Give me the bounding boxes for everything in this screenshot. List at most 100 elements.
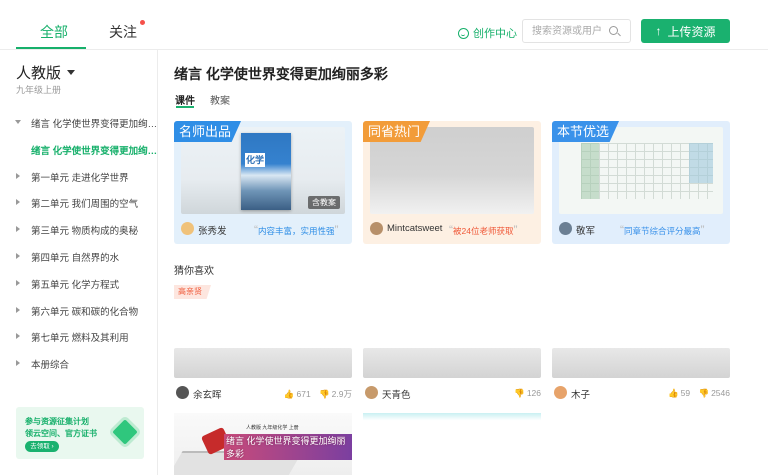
sidebar-item-unit-5[interactable]: 第五单元 化学方程式 [0, 273, 158, 300]
promo-banner[interactable]: 参与资源征集计划 领云空间、官方证书 去领取 › [16, 407, 144, 459]
sidebar-item-unit-1[interactable]: 第一单元 走进化学世界 [0, 166, 158, 193]
sidebar-item-unit-4[interactable]: 第四单元 自然界的水 [0, 246, 158, 273]
gem-icon [112, 419, 138, 445]
sidebar-item-label: 第三单元 物质构成的奥秘 [31, 226, 139, 238]
sidebar-item-comprehensive[interactable]: 本册综合 [0, 353, 158, 380]
sidebar-item-label: 本册综合 [31, 360, 70, 372]
resource-thumbnail[interactable] [363, 413, 541, 475]
sidebar: 人教版 九年级上册 绪言 化学使世界变得更加绚… 绪言 化学使世界变得更加绚… … [0, 50, 158, 475]
thumbnail-subtitle: 人教版 九年级化学 上册 [246, 425, 299, 431]
tab-lesson-plan[interactable]: 教案 [210, 92, 230, 107]
sidebar-item-intro-lesson[interactable]: 绪言 化学使世界变得更加绚… [0, 139, 158, 166]
resource-thumbnail[interactable] [174, 348, 352, 378]
tab-courseware[interactable]: 课件 [175, 92, 195, 107]
sidebar-item-label: 第一单元 走进化学世界 [31, 172, 129, 184]
sidebar-item-unit-3[interactable]: 第三单元 物质构成的奥秘 [0, 219, 158, 246]
card-badge: 同省热门 [363, 121, 431, 142]
upload-button[interactable]: ↑ 上传资源 [641, 19, 730, 43]
chapter-nav: 绪言 化学使世界变得更加绚… 绪言 化学使世界变得更加绚… 第一单元 走进化学世… [0, 112, 158, 380]
card-badge: 名师出品 [174, 121, 242, 142]
sidebar-item-unit-2[interactable]: 第二单元 我们周围的空气 [0, 192, 158, 219]
like-count[interactable]: 👍 671 [284, 389, 311, 399]
dislike-count[interactable]: 👎 126 [514, 388, 541, 398]
chevron-right-icon [16, 279, 20, 286]
like-count-value: 59 [680, 388, 691, 398]
sidebar-item-unit-6[interactable]: 第六单元 碳和碳的化合物 [0, 300, 158, 327]
chevron-down-icon [67, 70, 76, 75]
avatar[interactable] [181, 222, 194, 235]
edition-label: 人教版 [16, 65, 62, 82]
avatar[interactable] [370, 222, 383, 235]
dislike-count-value: 2.9万 [331, 389, 352, 399]
search-box[interactable] [522, 19, 631, 43]
resource-stats: 👎 126 [508, 388, 541, 399]
featured-card[interactable]: 同省热门 Mintcatsweet “被24位老师获取” [363, 121, 541, 244]
create-center-label: 创作中心 [473, 28, 517, 40]
avatar[interactable] [559, 222, 572, 235]
sidebar-item-label: 第二单元 我们周围的空气 [31, 199, 139, 211]
table-block [689, 143, 713, 183]
sidebar-item-label: 第五单元 化学方程式 [31, 279, 120, 291]
quote-close-icon: ” [334, 223, 339, 237]
quote-close-icon: ” [700, 223, 705, 237]
sidebar-item-label: 绪言 化学使世界变得更加绚… [31, 145, 158, 157]
quote-text: 内容丰富，实用性强 [258, 226, 335, 236]
resource-thumbnail[interactable]: 人教版 九年级化学 上册 绪言 化学使世界变得更加绚丽多彩 [174, 413, 352, 475]
promo-claim-button[interactable]: 去领取 › [25, 441, 59, 452]
author-name[interactable]: 木子 [571, 387, 590, 401]
quote-text: 被24位老师获取 [453, 226, 514, 236]
thumbs-down-icon: 👎 [514, 388, 525, 398]
sidebar-item-label: 第四单元 自然界的水 [31, 252, 120, 264]
cover-title: 化学 [245, 153, 265, 167]
tag-pill[interactable]: 高亲贤 [174, 285, 211, 299]
author-name[interactable]: 余玄晖 [193, 387, 222, 401]
author-name[interactable]: 天青色 [382, 387, 411, 401]
notification-dot [140, 20, 145, 25]
sidebar-item-intro[interactable]: 绪言 化学使世界变得更加绚… [0, 112, 158, 139]
thumbs-up-icon: 👍 [668, 388, 679, 398]
chevron-right-icon [16, 252, 20, 259]
upload-label: 上传资源 [667, 24, 716, 39]
card-quote: “内容丰富，实用性强” [254, 223, 339, 237]
create-center-link[interactable]: 创作中心 [458, 25, 517, 41]
smile-icon [458, 27, 469, 39]
author-name[interactable]: 敬军 [576, 223, 595, 237]
featured-card[interactable]: 本节优选 敬军 “同章节综合评分最高” [552, 121, 730, 244]
card-quote: “同章节综合评分最高” [620, 223, 705, 237]
resource-meta: 余玄晖 👍 671 👎 2.9万 [174, 385, 352, 401]
featured-card[interactable]: 名师出品 化学 含教案 张秀发 “内容丰富，实用性强” [174, 121, 352, 244]
chevron-right-icon [16, 360, 20, 367]
avatar[interactable] [554, 386, 567, 399]
resource-thumbnail[interactable] [363, 348, 541, 378]
dislike-count-value: 2546 [711, 388, 730, 398]
dislike-count[interactable]: 👎 2546 [698, 388, 730, 398]
thumbs-down-icon: 👎 [319, 389, 330, 399]
search-input[interactable] [532, 20, 612, 42]
chevron-right-icon [16, 226, 20, 233]
grade-label: 九年级上册 [16, 85, 62, 95]
sidebar-item-label: 第七单元 燃料及其利用 [31, 333, 129, 345]
promo-line-1: 参与资源征集计划 [25, 417, 89, 426]
tab-all[interactable]: 全部 [40, 22, 68, 42]
author-name[interactable]: 张秀发 [198, 223, 227, 237]
like-count[interactable]: 👍 59 [668, 388, 690, 398]
page-title: 绪言 化学使世界变得更加绚丽多彩 [174, 66, 388, 82]
edition-selector[interactable]: 人教版 [16, 62, 76, 83]
tab-follow[interactable]: 关注 [109, 22, 137, 42]
resource-meta: 天青色 👎 126 [363, 385, 541, 401]
resource-stats: 👍 59 👎 2546 [662, 388, 730, 399]
resource-thumbnail[interactable] [552, 348, 730, 378]
author-name[interactable]: Mintcatsweet [387, 223, 442, 234]
sidebar-item-unit-7[interactable]: 第七单元 燃料及其利用 [0, 326, 158, 353]
thumbs-down-icon: 👎 [698, 388, 710, 398]
chevron-right-icon [16, 172, 20, 179]
dislike-count-value: 126 [526, 388, 541, 398]
avatar[interactable] [176, 386, 189, 399]
active-tab-indicator [16, 47, 86, 49]
textbook-cover-image [241, 133, 291, 210]
search-icon[interactable] [609, 26, 618, 35]
avatar[interactable] [365, 386, 378, 399]
top-bar: 全部 关注 创作中心 ↑ 上传资源 [0, 0, 768, 50]
dislike-count[interactable]: 👎 2.9万 [319, 389, 352, 399]
sidebar-item-label: 绪言 化学使世界变得更加绚… [31, 119, 158, 130]
